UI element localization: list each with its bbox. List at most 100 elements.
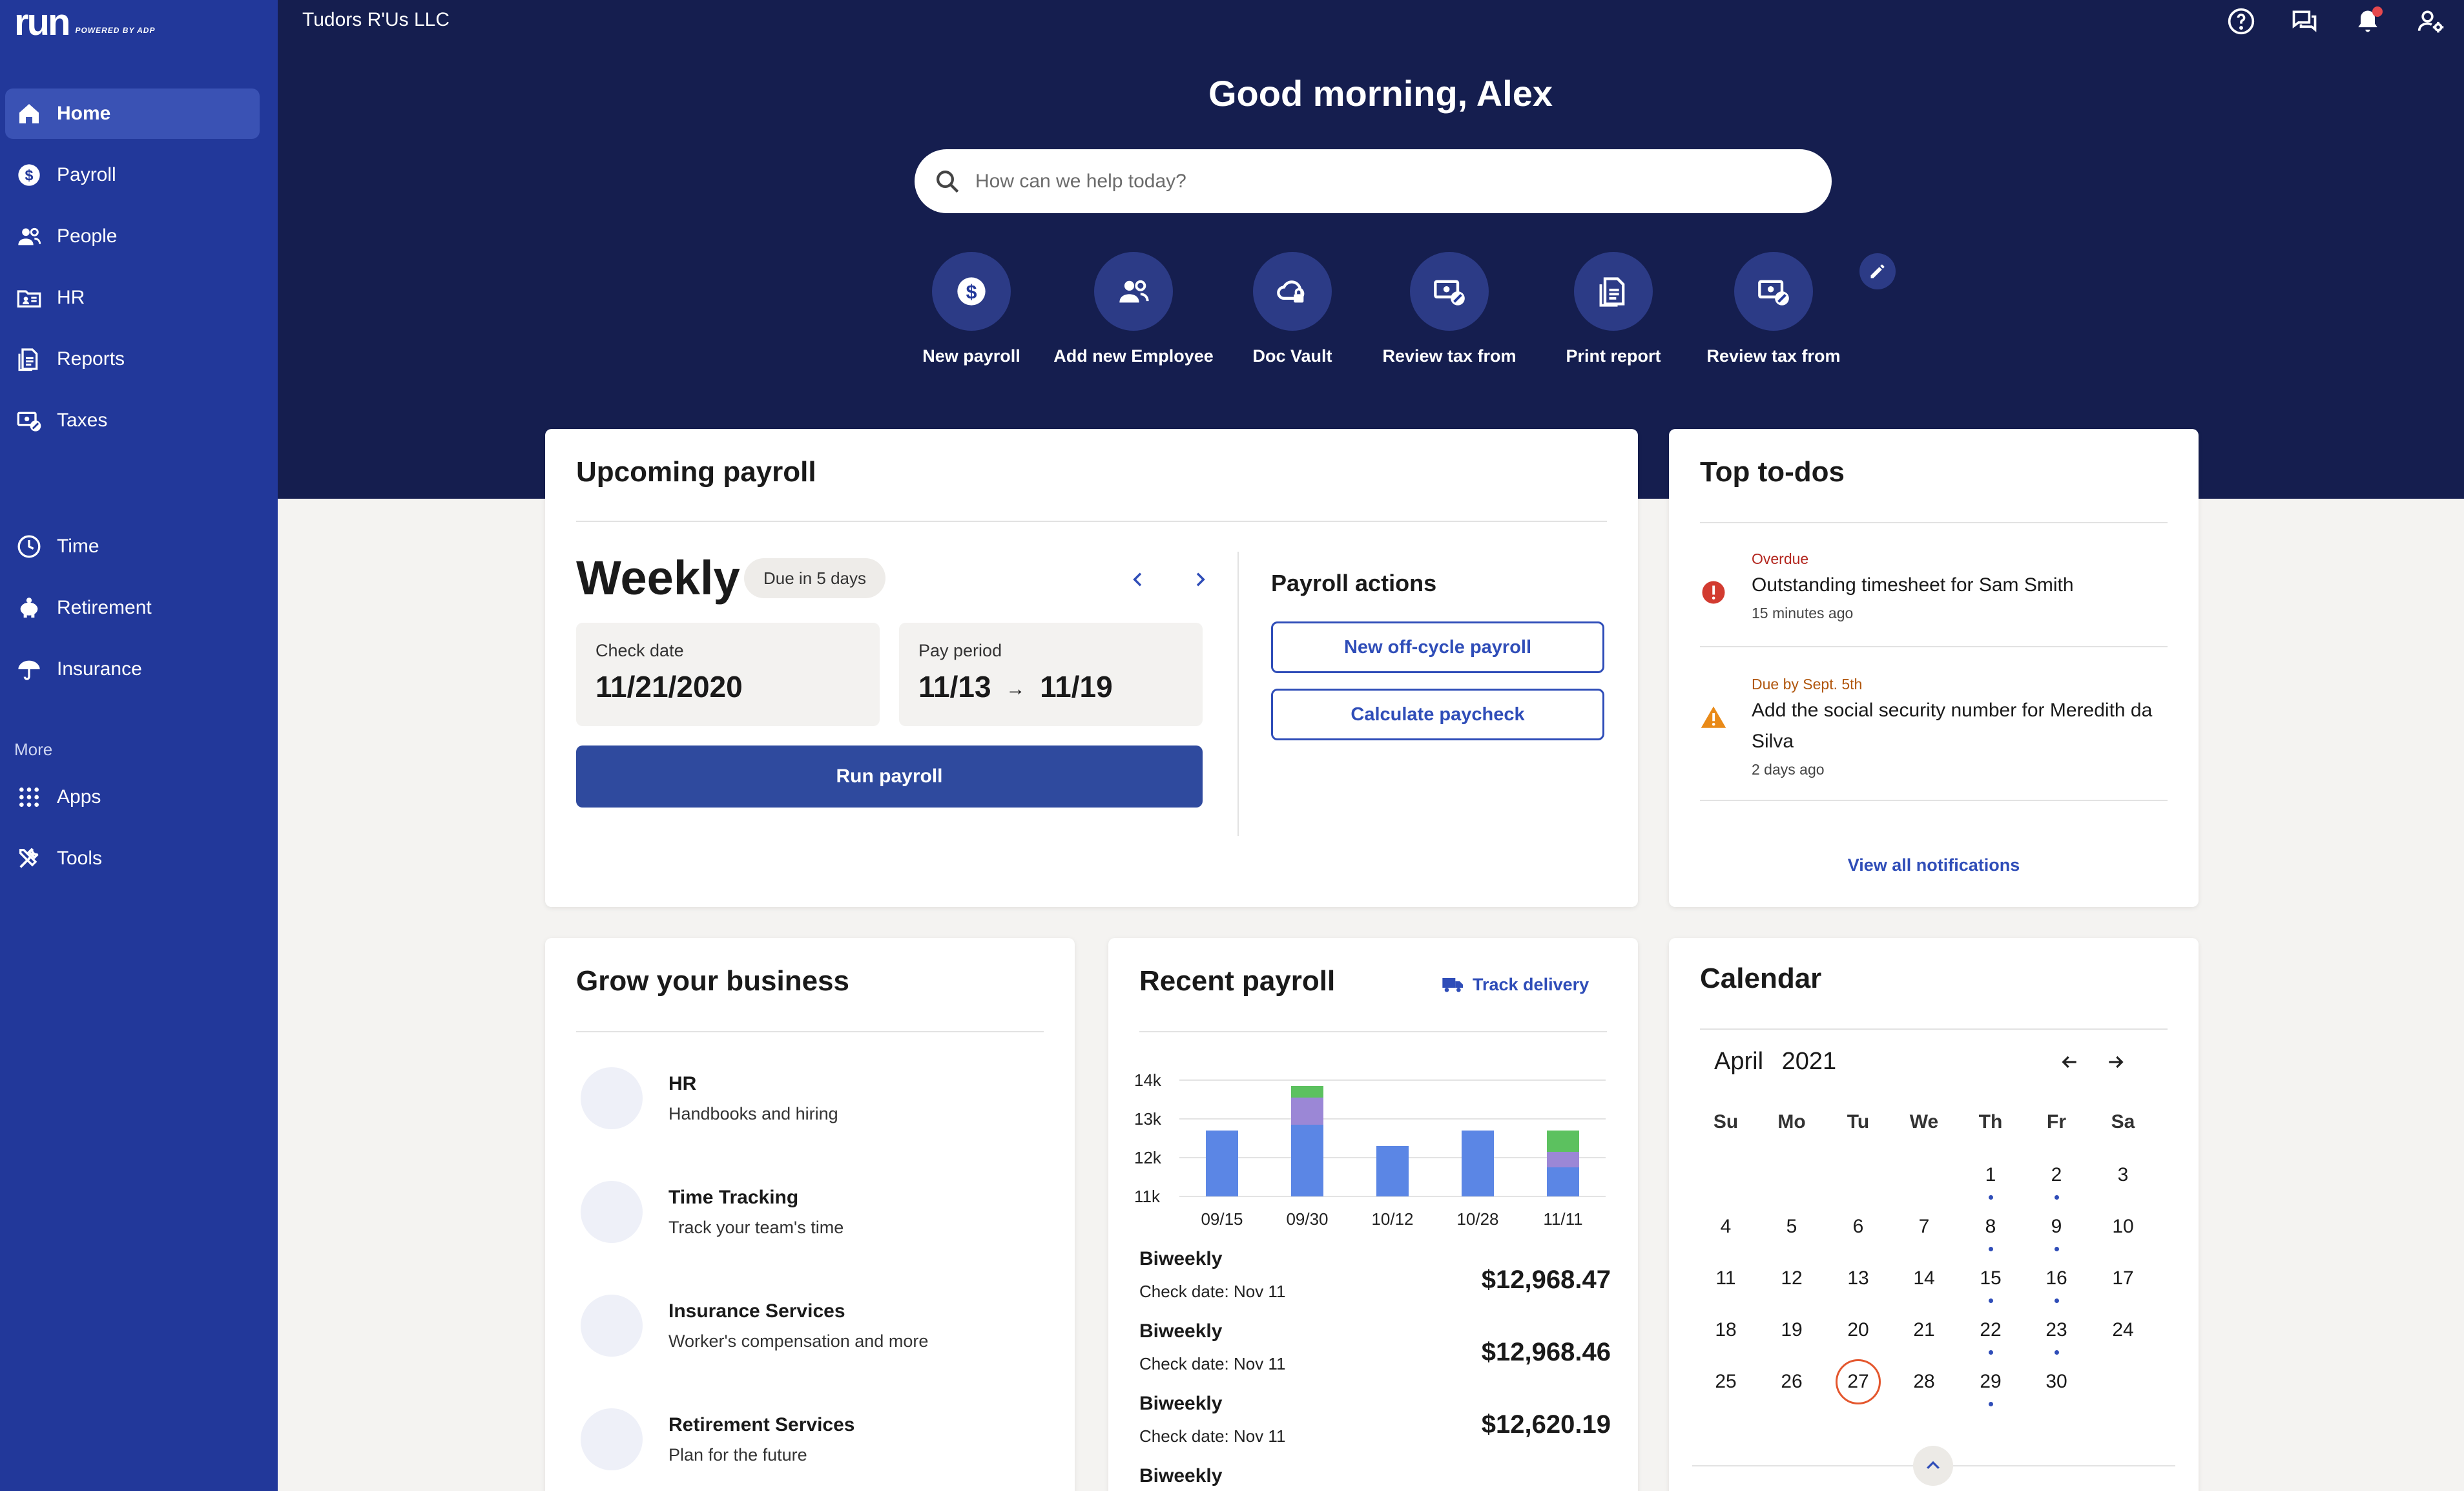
- calendar-day[interactable]: 26: [1766, 1371, 1817, 1416]
- run-payroll-button[interactable]: Run payroll: [576, 746, 1203, 808]
- chart-bar[interactable]: [1547, 1152, 1579, 1167]
- sidebar-item-apps[interactable]: Apps: [5, 772, 260, 822]
- calendar-day[interactable]: 13: [1832, 1267, 1884, 1313]
- next-month-button[interactable]: [2103, 1049, 2129, 1075]
- grow-item-hr[interactable]: HR Handbooks and hiring: [581, 1067, 838, 1129]
- calendar-day[interactable]: 2: [2031, 1164, 2082, 1209]
- sidebar-item-time[interactable]: Time: [5, 521, 260, 572]
- company-name[interactable]: Tudors R'Us LLC: [302, 9, 450, 31]
- previous-month-button[interactable]: [2056, 1049, 2082, 1075]
- grow-item-insurance-services[interactable]: Insurance Services Worker's compensation …: [581, 1295, 928, 1357]
- run-logo[interactable]: run POWERED BY ADP: [14, 4, 156, 41]
- calendar-day[interactable]: 12: [1766, 1267, 1817, 1313]
- sidebar-item-insurance[interactable]: Insurance: [5, 644, 260, 694]
- calendar-day-number: 19: [1781, 1319, 1803, 1340]
- sidebar-item-label: Tools: [57, 848, 103, 869]
- calendar-day[interactable]: 7: [1898, 1216, 1950, 1261]
- chart-bar[interactable]: [1291, 1086, 1323, 1098]
- collapse-calendar-button[interactable]: [1913, 1446, 1953, 1486]
- todo-status: Due by Sept. 5th: [1752, 676, 1863, 693]
- calendar-day[interactable]: 4: [1700, 1216, 1752, 1261]
- chat-icon[interactable]: [2290, 6, 2319, 36]
- chart-bar[interactable]: [1206, 1131, 1238, 1196]
- calendar-day-today[interactable]: 27: [1832, 1359, 1884, 1416]
- new-off-cycle-payroll-button[interactable]: New off-cycle payroll: [1271, 621, 1604, 673]
- calendar-day[interactable]: 25: [1700, 1371, 1752, 1416]
- quick-action-review-tax-from[interactable]: Review tax from: [1677, 252, 1870, 366]
- calendar-day[interactable]: 21: [1898, 1319, 1950, 1364]
- calendar-day[interactable]: 19: [1766, 1319, 1817, 1364]
- calendar-day[interactable]: 18: [1700, 1319, 1752, 1364]
- grow-item-title: HR: [668, 1072, 697, 1094]
- tax-icon: [1410, 252, 1489, 331]
- previous-period-button[interactable]: [1125, 567, 1151, 592]
- grow-item-retirement-services[interactable]: Retirement Services Plan for the future: [581, 1408, 855, 1470]
- chart-bar[interactable]: [1376, 1146, 1409, 1196]
- sidebar-item-people[interactable]: People: [5, 211, 260, 262]
- calendar-day[interactable]: 20: [1832, 1319, 1884, 1364]
- calendar-day[interactable]: 15: [1965, 1267, 2016, 1313]
- calendar-day[interactable]: 23: [2031, 1319, 2082, 1364]
- calendar-day[interactable]: 16: [2031, 1267, 2082, 1313]
- track-delivery-link[interactable]: Track delivery: [1440, 972, 1589, 997]
- tax-icon: [1734, 252, 1813, 331]
- calendar-day[interactable]: 10: [2097, 1216, 2149, 1261]
- view-all-notifications-link[interactable]: View all notifications: [1669, 855, 2199, 875]
- payroll-amount: $12,968.47: [1481, 1266, 1611, 1294]
- sidebar-item-home[interactable]: Home: [5, 89, 260, 139]
- recent-payroll-chart: 14k 13k 12k 11k 09/15 09/30 10/12 10/28 11/11: [1134, 1070, 1606, 1229]
- sidebar-item-payroll[interactable]: $ Payroll: [5, 150, 260, 200]
- chart-bar[interactable]: [1291, 1125, 1323, 1196]
- calendar-weekday: Sa: [2111, 1111, 2135, 1132]
- calculate-paycheck-button[interactable]: Calculate paycheck: [1271, 689, 1604, 740]
- calendar-day[interactable]: 30: [2031, 1371, 2082, 1416]
- grow-item-desc: Worker's compensation and more: [668, 1331, 929, 1351]
- next-period-button[interactable]: [1187, 567, 1213, 592]
- edit-quick-actions-button[interactable]: [1859, 253, 1896, 289]
- calendar-weekday: Tu: [1847, 1111, 1870, 1132]
- calendar-day[interactable]: 6: [1832, 1216, 1884, 1261]
- calendar-weekday: Su: [1713, 1111, 1739, 1132]
- svg-text:$: $: [966, 282, 977, 303]
- grow-item-time-tracking[interactable]: Time Tracking Track your team's time: [581, 1181, 844, 1243]
- payroll-row[interactable]: Biweekly Check date: Nov 11 $12,968.47: [1139, 1248, 1611, 1302]
- payroll-row[interactable]: Biweekly Check date: Nov 11 $12,968.46: [1139, 1320, 1611, 1374]
- payroll-row[interactable]: Biweekly: [1139, 1465, 1611, 1491]
- sidebar-item-retirement[interactable]: Retirement: [5, 583, 260, 633]
- calendar-day[interactable]: 1: [1965, 1164, 2016, 1209]
- calendar-day[interactable]: 5: [1766, 1216, 1817, 1261]
- sidebar-item-hr[interactable]: HR: [5, 273, 260, 323]
- calendar-day[interactable]: 14: [1898, 1267, 1950, 1313]
- todo-status: Overdue: [1752, 550, 1809, 567]
- calendar-day[interactable]: 11: [1700, 1267, 1752, 1313]
- arrow-left-icon: [2062, 1056, 2076, 1069]
- calendar-day-number: 27: [1847, 1371, 1869, 1392]
- search-input[interactable]: [975, 170, 1783, 193]
- chart-bar[interactable]: [1462, 1131, 1494, 1196]
- sidebar: run POWERED BY ADP Home $ Payroll People HR R…: [0, 0, 278, 1491]
- search-bar[interactable]: [915, 149, 1832, 213]
- sidebar-item-tools[interactable]: Tools: [5, 833, 260, 884]
- bell-icon[interactable]: [2353, 6, 2383, 36]
- calendar-day[interactable]: 22: [1965, 1319, 2016, 1364]
- clock-icon: [16, 533, 43, 560]
- calendar-day[interactable]: 17: [2097, 1267, 2149, 1313]
- calendar-day[interactable]: 28: [1898, 1371, 1950, 1416]
- chart-bar[interactable]: [1547, 1131, 1579, 1152]
- logo-subtext: POWERED BY ADP: [75, 26, 156, 35]
- more-section-label: More: [14, 740, 53, 759]
- calendar-day[interactable]: 24: [2097, 1319, 2149, 1364]
- calendar-day[interactable]: 29: [1965, 1371, 2016, 1416]
- chart-bar[interactable]: [1291, 1098, 1323, 1125]
- sidebar-item-taxes[interactable]: Taxes: [5, 395, 260, 446]
- sidebar-item-reports[interactable]: Reports: [5, 334, 260, 384]
- payroll-row[interactable]: Biweekly Check date: Nov 11 $12,620.19: [1139, 1393, 1611, 1446]
- user-settings-icon[interactable]: [2416, 6, 2446, 36]
- people-icon: [16, 223, 43, 250]
- help-icon[interactable]: [2226, 6, 2256, 36]
- calendar-day[interactable]: 9: [2031, 1216, 2082, 1261]
- calendar-day-number: 3: [2117, 1164, 2129, 1185]
- calendar-day[interactable]: 8: [1965, 1216, 2016, 1261]
- chart-bar[interactable]: [1547, 1167, 1579, 1196]
- calendar-day[interactable]: 3: [2097, 1164, 2149, 1209]
